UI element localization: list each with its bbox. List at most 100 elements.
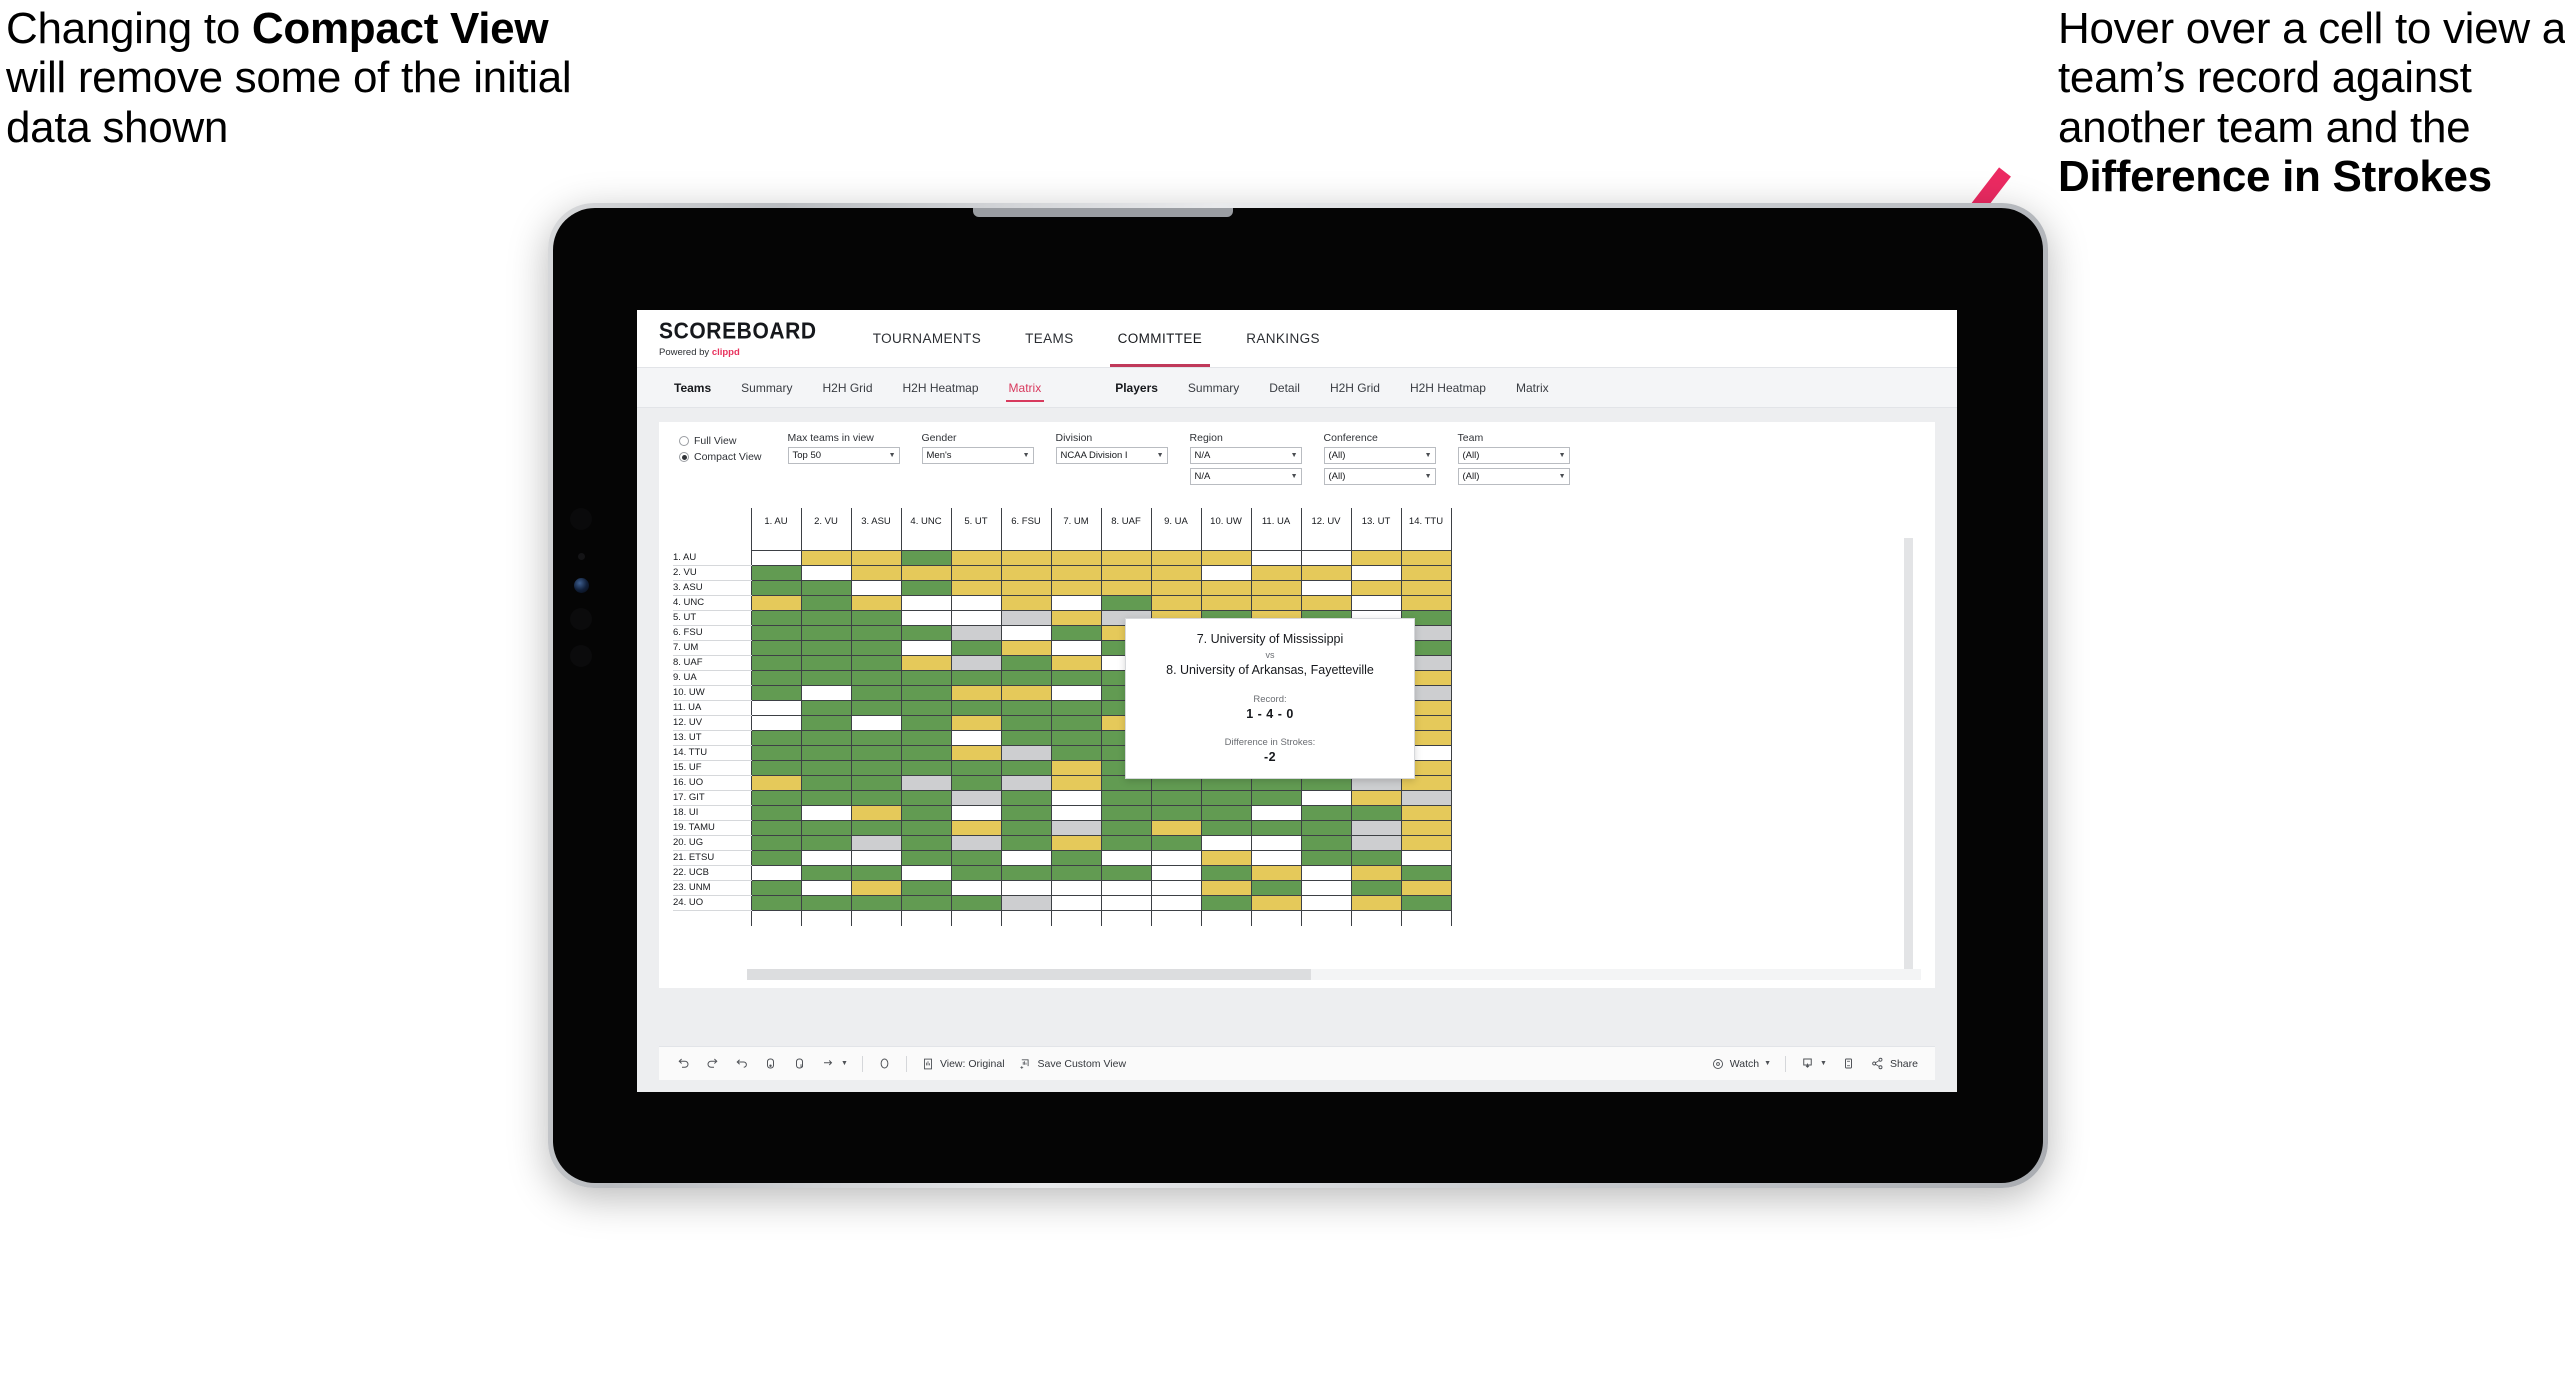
matrix-cell[interactable]	[1000, 714, 1052, 731]
matrix-cell[interactable]	[1000, 684, 1052, 701]
matrix-cell[interactable]	[750, 714, 802, 731]
subnav-item-h2h-grid[interactable]: H2H Grid	[807, 368, 887, 408]
matrix-row-header[interactable]: 7. UM	[673, 640, 751, 656]
refresh-button[interactable]	[756, 1056, 785, 1071]
watch-button[interactable]: Watch ▼	[1704, 1057, 1778, 1071]
matrix-cell[interactable]	[750, 819, 802, 836]
matrix-column-header[interactable]: 13. UT	[1350, 508, 1402, 534]
matrix-cell[interactable]	[750, 549, 802, 566]
matrix-cell[interactable]	[950, 744, 1002, 761]
matrix-cell[interactable]	[1300, 579, 1352, 596]
matrix-cell[interactable]	[950, 804, 1002, 821]
matrix-cell[interactable]	[900, 624, 952, 641]
matrix-cell[interactable]	[1100, 789, 1152, 806]
matrix-cell[interactable]	[1000, 759, 1052, 776]
matrix-row-header[interactable]: 22. UCB	[673, 865, 751, 881]
matrix-cell[interactable]	[1150, 879, 1202, 896]
matrix-cell[interactable]	[800, 699, 852, 716]
matrix-row-header[interactable]: 3. ASU	[673, 580, 751, 596]
matrix-cell[interactable]	[1300, 879, 1352, 896]
matrix-cell[interactable]	[950, 624, 1002, 641]
matrix-cell[interactable]	[950, 789, 1002, 806]
matrix-cell[interactable]	[900, 789, 952, 806]
matrix-cell[interactable]	[1400, 849, 1452, 866]
matrix-cell[interactable]	[1100, 879, 1152, 896]
matrix-cell[interactable]	[1050, 699, 1102, 716]
matrix-cell[interactable]	[1000, 639, 1052, 656]
matrix-cell[interactable]	[1150, 834, 1202, 851]
matrix-cell[interactable]	[900, 669, 952, 686]
matrix-cell[interactable]	[800, 714, 852, 731]
subnav-item-players[interactable]: Players	[1100, 368, 1173, 408]
matrix-cell[interactable]	[1150, 789, 1202, 806]
matrix-cell[interactable]	[850, 759, 902, 776]
matrix-cell[interactable]	[1250, 849, 1302, 866]
matrix-cell[interactable]	[900, 849, 952, 866]
matrix-cell[interactable]	[1100, 579, 1152, 596]
matrix-cell[interactable]	[900, 864, 952, 881]
matrix-cell[interactable]	[850, 879, 902, 896]
matrix-cell[interactable]	[1400, 894, 1452, 911]
matrix-cell[interactable]	[1050, 759, 1102, 776]
matrix-cell[interactable]	[850, 684, 902, 701]
matrix-cell[interactable]	[800, 879, 852, 896]
matrix-row-header[interactable]: 1. AU	[673, 550, 751, 566]
matrix-cell[interactable]	[1200, 564, 1252, 581]
matrix-cell[interactable]	[850, 864, 902, 881]
matrix-cell[interactable]	[750, 774, 802, 791]
matrix-cell[interactable]	[900, 639, 952, 656]
matrix-cell[interactable]	[1100, 849, 1152, 866]
view-original-button[interactable]: View: Original	[914, 1057, 1012, 1071]
matrix-cell[interactable]	[1200, 879, 1252, 896]
matrix-cell[interactable]	[750, 609, 802, 626]
matrix-cell[interactable]	[850, 849, 902, 866]
matrix-row-header[interactable]: 14. TTU	[673, 745, 751, 761]
matrix-row-header[interactable]: 15. UF	[673, 760, 751, 776]
redo-button[interactable]	[698, 1056, 727, 1071]
matrix-cell[interactable]	[800, 729, 852, 746]
matrix-cell[interactable]	[1200, 594, 1252, 611]
matrix-cell[interactable]	[1200, 789, 1252, 806]
matrix-cell[interactable]	[750, 804, 802, 821]
matrix-cell[interactable]	[1200, 849, 1252, 866]
matrix-row-header[interactable]: 17. GIT	[673, 790, 751, 806]
matrix-cell[interactable]	[1350, 849, 1402, 866]
matrix-cell[interactable]	[1250, 579, 1302, 596]
matrix-cell[interactable]	[1350, 579, 1402, 596]
matrix-column-header[interactable]: 2. VU	[800, 508, 852, 534]
matrix-cell[interactable]	[950, 594, 1002, 611]
matrix-cell[interactable]	[800, 669, 852, 686]
matrix-cell[interactable]	[1150, 579, 1202, 596]
matrix-cell[interactable]	[1400, 579, 1452, 596]
matrix-row-header[interactable]: 6. FSU	[673, 625, 751, 641]
matrix-cell[interactable]	[1350, 564, 1402, 581]
matrix-cell[interactable]	[1000, 849, 1052, 866]
matrix-cell[interactable]	[850, 789, 902, 806]
matrix-cell[interactable]	[750, 879, 802, 896]
matrix-cell[interactable]	[1050, 684, 1102, 701]
filter-select[interactable]: N/A ▼	[1189, 447, 1302, 464]
matrix-cell[interactable]	[1100, 819, 1152, 836]
matrix-column-header[interactable]: 1. AU	[750, 508, 802, 534]
matrix-cell[interactable]	[750, 654, 802, 671]
matrix-column-header[interactable]: 14. TTU	[1400, 508, 1452, 534]
matrix-cell[interactable]	[950, 699, 1002, 716]
matrix-column-header[interactable]: 4. UNC	[900, 508, 952, 534]
save-custom-view-button[interactable]: Save Custom View	[1012, 1057, 1134, 1071]
matrix-column-header[interactable]: 12. UV	[1300, 508, 1352, 534]
matrix-cell[interactable]	[900, 774, 952, 791]
matrix-row-header[interactable]: 21. ETSU	[673, 850, 751, 866]
matrix-cell[interactable]	[1250, 894, 1302, 911]
matrix-cell[interactable]	[950, 834, 1002, 851]
matrix-cell[interactable]	[750, 594, 802, 611]
filter-select[interactable]: N/A ▼	[1189, 468, 1302, 485]
matrix-cell[interactable]	[750, 849, 802, 866]
matrix-cell[interactable]	[1150, 564, 1202, 581]
matrix-cell[interactable]	[750, 729, 802, 746]
matrix-cell[interactable]	[1400, 549, 1452, 566]
matrix-cell[interactable]	[950, 654, 1002, 671]
topnav-item-committee[interactable]: COMMITTEE	[1096, 310, 1225, 367]
filter-select[interactable]: NCAA Division I ▼	[1055, 447, 1168, 464]
matrix-cell[interactable]	[1200, 549, 1252, 566]
matrix-cell[interactable]	[1200, 579, 1252, 596]
